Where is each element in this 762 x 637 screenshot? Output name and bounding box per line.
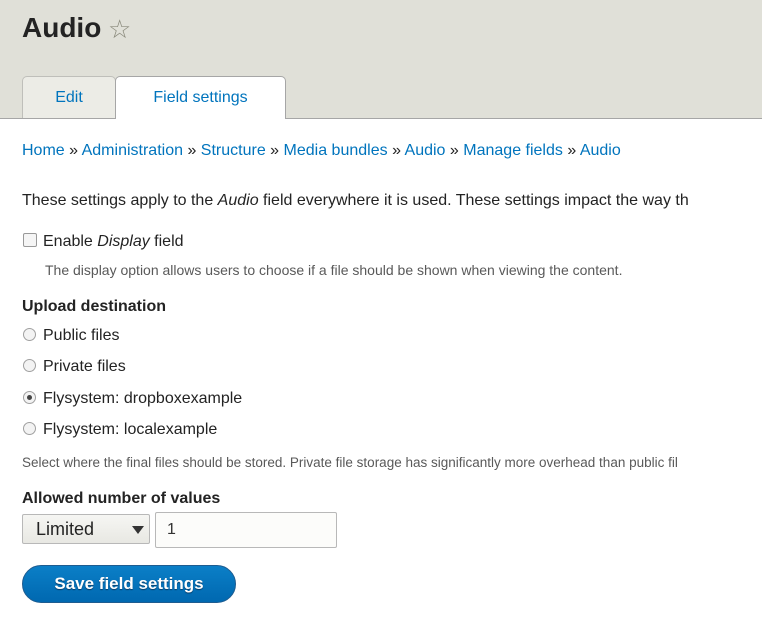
radio-label-private-files[interactable]: Private files xyxy=(43,358,126,376)
breadcrumb-manage-fields[interactable]: Manage fields xyxy=(463,142,563,159)
star-outline-icon[interactable]: ☆ xyxy=(108,14,131,45)
radio-flysystem-localexample[interactable] xyxy=(23,422,36,435)
cardinality-number-input[interactable] xyxy=(155,512,337,548)
intro-em: Audio xyxy=(217,192,259,209)
breadcrumb-administration[interactable]: Administration xyxy=(82,142,183,159)
breadcrumb-separator: » xyxy=(187,142,197,159)
radio-flysystem-dropboxexample[interactable] xyxy=(23,391,36,404)
breadcrumb-home[interactable]: Home xyxy=(22,142,65,159)
breadcrumb-audio[interactable]: Audio xyxy=(405,142,446,159)
upload-destination-label: Upload destination xyxy=(22,298,166,315)
breadcrumb-audio-field[interactable]: Audio xyxy=(580,142,621,159)
chevron-down-icon xyxy=(132,526,144,534)
breadcrumb-separator: » xyxy=(567,142,577,159)
radio-public-files[interactable] xyxy=(23,328,36,341)
label-before: Enable xyxy=(43,233,98,250)
radio-label-flysystem-dropboxexample[interactable]: Flysystem: dropboxexample xyxy=(43,390,242,408)
intro-after: field everywhere it is used. These setti… xyxy=(258,192,689,209)
enable-display-checkbox[interactable] xyxy=(23,233,37,247)
intro-before: These settings apply to the xyxy=(22,192,218,209)
cardinality-select[interactable]: Limited xyxy=(22,514,150,544)
radio-label-flysystem-localexample[interactable]: Flysystem: localexample xyxy=(43,421,217,439)
upload-destination-description: Select where the final files should be s… xyxy=(22,455,678,470)
breadcrumb-separator: » xyxy=(69,142,79,159)
breadcrumb-structure[interactable]: Structure xyxy=(201,142,266,159)
label-after: field xyxy=(149,233,184,250)
radio-private-files[interactable] xyxy=(23,359,36,372)
page-header: Audio ☆ Edit Field settings xyxy=(0,0,762,119)
intro-text: These settings apply to the Audio field … xyxy=(22,192,689,210)
allowed-values-label: Allowed number of values xyxy=(22,490,221,507)
tab-field-settings[interactable]: Field settings xyxy=(115,76,286,119)
save-field-settings-button[interactable]: Save field settings xyxy=(22,565,236,603)
enable-display-label[interactable]: Enable Display field xyxy=(43,233,184,251)
cardinality-select-value: Limited xyxy=(36,519,95,539)
breadcrumb-separator: » xyxy=(449,142,459,159)
label-em: Display xyxy=(97,233,150,250)
breadcrumb-separator: » xyxy=(392,142,401,159)
radio-label-public-files[interactable]: Public files xyxy=(43,327,119,345)
tab-edit[interactable]: Edit xyxy=(22,76,116,118)
display-description: The display option allows users to choos… xyxy=(45,262,623,278)
breadcrumb-media-bundles[interactable]: Media bundles xyxy=(284,142,388,159)
page-title: Audio xyxy=(22,12,102,43)
breadcrumb-separator: » xyxy=(270,142,280,159)
breadcrumb: Home » Administration » Structure » Medi… xyxy=(22,142,621,160)
